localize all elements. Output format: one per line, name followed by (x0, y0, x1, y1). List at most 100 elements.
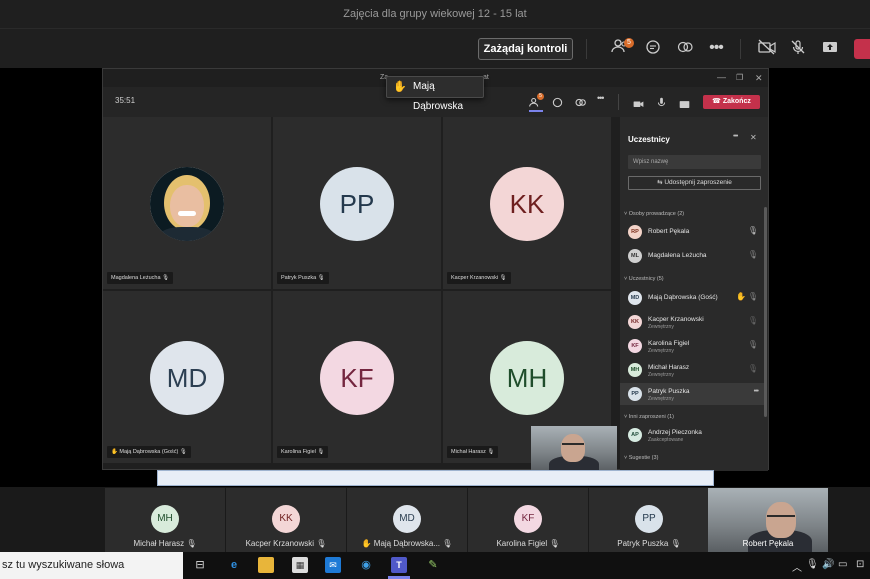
section-suggested[interactable]: ˅ Sugestie (3) (624, 455, 658, 461)
strip-tile[interactable]: PP Patryk Puszka 🎙 (589, 488, 709, 552)
avatar: KF (320, 341, 394, 415)
strip-video-tile[interactable]: Robert Pękala (708, 488, 828, 552)
participant-row[interactable]: RP Robert Pękala 🎙 (620, 221, 764, 243)
minimize-icon[interactable]: — (717, 68, 726, 86)
more-options-icon[interactable]: ••• (597, 93, 605, 103)
participants-badge: 5 (537, 93, 544, 100)
participant-search-input[interactable]: Wpisz nazwę (628, 155, 761, 169)
leave-meeting-button[interactable]: ☎ Zakończ (703, 95, 760, 109)
more-options-icon[interactable]: ••• (754, 388, 759, 395)
tray-mic-icon[interactable]: 🎙 (806, 559, 819, 570)
mic-icon[interactable] (657, 95, 666, 113)
more-options-icon[interactable]: ••• (733, 133, 738, 140)
cam-figure-glasses (767, 515, 795, 517)
participant-row[interactable]: MD Mają Dąbrowska (Gość) ✋ 🎙 (620, 287, 764, 309)
participant-row-hovered[interactable]: PP Patryk Puszka Zewnętrzny ••• (620, 383, 764, 405)
chat-icon[interactable] (552, 95, 563, 113)
request-control-button[interactable]: Zażądaj kontroli (478, 38, 573, 60)
reactions-icon[interactable] (675, 39, 695, 60)
share-invite-button[interactable]: ⇆ Udostępnij zaproszenie (628, 176, 761, 190)
self-video-preview[interactable] (531, 426, 617, 471)
more-options-icon[interactable]: ••• (706, 38, 726, 58)
close-icon[interactable]: ✕ (755, 69, 763, 87)
participant-row[interactable]: KF Karolina Figiel Zewnętrzny 🎙 (620, 335, 764, 357)
close-panel-icon[interactable]: ✕ (750, 133, 757, 142)
shared-screen-window: Za at — ❐ ✕ 35:51 5 ••• ☎ Zakończ Magdal… (102, 68, 769, 471)
mic-muted-icon: 🎙 (670, 539, 681, 548)
video-tile[interactable]: MD ✋ Mają Dąbrowska (Gość) 🎙 (103, 291, 271, 463)
task-view-icon[interactable]: ⊟ (192, 557, 208, 573)
strip-tile-name: Kacper Krzanowski (245, 539, 315, 548)
section-presenters[interactable]: ˅ Osoby prowadzące (2) (624, 211, 684, 217)
participant-avatar: ML (628, 249, 642, 263)
section-attendees-label: Uczestnicy (5) (628, 276, 664, 282)
window-title: Zajęcia dla grupy wiekowej 12 - 15 lat (0, 0, 870, 28)
leave-button[interactable] (854, 39, 870, 59)
mic-icon: 🎙 (747, 226, 758, 235)
reactions-icon[interactable] (575, 95, 586, 113)
mic-muted-icon: 🎙 (747, 292, 758, 301)
strip-tile[interactable]: KF Karolina Figiel 🎙 (468, 488, 588, 552)
tray-chevron-icon[interactable]: ︿ (792, 559, 802, 574)
share-screen-icon[interactable] (679, 96, 690, 114)
strip-tile[interactable]: MH Michał Harasz 🎙 (105, 488, 225, 552)
video-tile[interactable]: Magdalena Leżucha 🎙 (103, 117, 271, 289)
mic-muted-icon: 🎙 (317, 449, 325, 455)
mail-icon[interactable]: ✉ (325, 557, 341, 573)
participant-avatar: RP (628, 225, 642, 239)
safari-compass-icon[interactable]: ◉ (358, 557, 374, 573)
mic-muted-icon: 🎙 (317, 275, 325, 281)
avatar: MD (393, 505, 421, 533)
chat-icon[interactable] (643, 39, 663, 60)
participant-subtitle: Zewnętrzny (648, 324, 674, 330)
camera-off-icon[interactable] (757, 39, 777, 60)
video-tile[interactable]: KF Karolina Figiel 🎙 (273, 291, 441, 463)
maximize-icon[interactable]: ❐ (736, 69, 743, 87)
participant-row[interactable]: ML Magdalena Leżucha 🎙 (620, 245, 764, 267)
participant-row[interactable]: MH Michał Harasz Zewnętrzny 🎙 (620, 359, 764, 381)
mic-muted-icon[interactable] (788, 39, 808, 60)
share-screen-icon[interactable] (820, 39, 840, 60)
mic-muted-icon: 🎙 (162, 275, 170, 281)
tray-volume-icon[interactable]: 🔊 (822, 559, 834, 570)
participant-name: Kacper Krzanowski (648, 316, 704, 323)
section-invited[interactable]: ˅ Inni zaproszeni (1) (624, 414, 674, 420)
strip-tile-name: Patryk Puszka (617, 539, 669, 548)
mic-muted-icon: 🎙 (499, 275, 507, 281)
video-tile[interactable]: PP Patryk Puszka 🎙 (273, 117, 441, 289)
mic-muted-icon: 🎙 (442, 539, 453, 548)
store-icon[interactable]: ▦ (292, 557, 308, 573)
section-attendees[interactable]: ˅ Uczestnicy (5) (624, 276, 664, 282)
participant-row[interactable]: KK Kacper Krzanowski Zewnętrzny 🎙 (620, 311, 764, 333)
taskbar-search-input[interactable]: sz tu wyszukiwane słowa (0, 552, 183, 579)
camera-icon[interactable] (633, 96, 644, 114)
participants-badge: 5 (624, 38, 634, 48)
mic-muted-icon: 🎙 (186, 539, 197, 548)
raised-hand-icon: ✋ (111, 449, 118, 455)
participant-row[interactable]: AP Andrzej Pieczonka Zaakceptowane (620, 424, 764, 446)
tile-name-tag: Michał Harasz 🎙 (447, 446, 499, 458)
leave-meeting-label: Zakończ (722, 98, 751, 105)
strip-tile[interactable]: MD ✋ Mają Dąbrowska... 🎙 (347, 488, 467, 552)
participant-name: Karolina Figiel (648, 340, 690, 347)
mic-muted-icon: 🎙 (747, 250, 758, 259)
tray-battery-icon[interactable]: ▭ (838, 559, 847, 570)
paint-icon[interactable]: ✎ (425, 557, 441, 573)
video-tile[interactable]: KK Kacper Krzanowski 🎙 (443, 117, 611, 289)
raised-hand-icon: ✋ (393, 81, 407, 93)
edge-icon[interactable]: e (226, 557, 242, 573)
strip-tile[interactable]: KK Kacper Krzanowski 🎙 (226, 488, 346, 552)
panel-scrollbar[interactable] (764, 207, 767, 417)
tray-network-icon[interactable]: ⊡ (856, 559, 864, 570)
teams-icon[interactable]: T (391, 557, 407, 573)
file-explorer-icon[interactable] (258, 557, 274, 573)
participant-avatar: MH (628, 363, 642, 377)
avatar: KK (490, 167, 564, 241)
cam-figure-head (561, 434, 585, 462)
windows-taskbar: sz tu wyszukiwane słowa ⊟ e ▦ ✉ ◉ T ✎ ︿ … (0, 552, 870, 579)
profile-photo (150, 167, 224, 241)
tile-name: Michał Harasz (451, 449, 486, 455)
strip-tile-label: Patryk Puszka 🎙 (589, 539, 709, 548)
strip-tile-name: Robert Pękala (742, 539, 794, 548)
strip-tile-label: Michał Harasz 🎙 (105, 539, 225, 548)
